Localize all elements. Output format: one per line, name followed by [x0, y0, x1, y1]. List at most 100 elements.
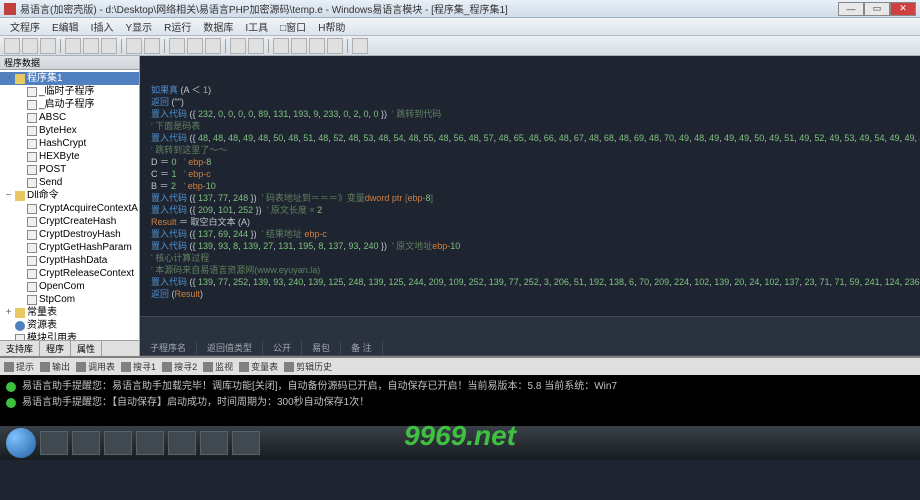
task-item[interactable] — [168, 431, 196, 455]
output-tab[interactable]: 输出 — [40, 360, 70, 373]
grid-header: 公开 — [263, 341, 302, 355]
task-item[interactable] — [232, 431, 260, 455]
code-line: 置入代码 ({ 137, 69, 244 }) ' 结果地址 ebp-c — [146, 228, 914, 240]
code-line: 返回 ("") — [146, 96, 914, 108]
open-icon[interactable] — [22, 38, 38, 54]
output-tab[interactable]: 搜寻1 — [121, 360, 156, 373]
menu-item[interactable]: R运行 — [158, 19, 197, 34]
maximize-button[interactable]: ▭ — [864, 2, 890, 16]
task-item[interactable] — [72, 431, 100, 455]
code-line: 置入代码 ({ 48, 48, 48, 49, 48, 50, 48, 51, … — [146, 132, 914, 144]
tree-node[interactable]: Send — [0, 176, 139, 189]
output-panel: 提示输出调用表搜寻1 搜寻2 监视变量表剪辑历史 易语言助手提醒您：易语言助手加载完… — [0, 356, 920, 426]
tree-node[interactable]: CryptAcquireContextA — [0, 202, 139, 215]
tree-node[interactable]: ABSC — [0, 111, 139, 124]
project-tree[interactable]: −程序集1 _临时子程序 _启动子程序 ABSC ByteHex HashCry… — [0, 70, 139, 340]
tree-node[interactable]: CryptCreateHash — [0, 215, 139, 228]
menu-item[interactable]: □窗口 — [274, 19, 312, 34]
output-tab[interactable]: 提示 — [4, 360, 34, 373]
code-editor[interactable]: 如果真 (A ＜ 1) 返回 ("") 置入代码 ({ 232, 0, 0, 0… — [140, 56, 920, 356]
tree-node[interactable]: StpCom — [0, 293, 139, 306]
sidebar-tab[interactable]: 属性 — [71, 341, 102, 356]
undo-icon[interactable] — [126, 38, 142, 54]
sidebar-tabs: 支持库程序属性 — [0, 340, 139, 356]
run-icon[interactable] — [169, 38, 185, 54]
output-tab[interactable]: 监视 — [203, 360, 233, 373]
tree-node[interactable]: _临时子程序 — [0, 85, 139, 98]
sidebar-tab[interactable]: 支持库 — [0, 341, 40, 356]
tree-node[interactable]: POST — [0, 163, 139, 176]
tree-node[interactable]: CryptGetHashParam — [0, 241, 139, 254]
taskbar — [0, 426, 920, 460]
start-button[interactable] — [6, 428, 36, 458]
code-line: Result ＝ 取空白文本 (A) — [146, 216, 914, 228]
grid-header: 子程序名 — [140, 341, 197, 355]
output-tab[interactable]: 剪辑历史 — [284, 360, 332, 373]
menu-item[interactable]: H帮助 — [312, 19, 351, 34]
tree-node[interactable]: 模块引用表 — [0, 332, 139, 340]
sidebar-tab[interactable]: 程序 — [40, 341, 71, 356]
tree-header: 程序数据 — [0, 56, 139, 70]
replace-icon[interactable] — [248, 38, 264, 54]
output-line: 易语言助手提醒您：易语言助手加载完毕！调库功能[关闭]，自动备份源码已开启，自动… — [6, 379, 914, 395]
menu-item[interactable]: Y显示 — [119, 19, 158, 34]
tree-node[interactable]: CryptHashData — [0, 254, 139, 267]
code-line: 置入代码 ({ 139, 93, 8, 139, 27, 131, 195, 8… — [146, 240, 914, 252]
tree-node[interactable]: HEXByte — [0, 150, 139, 163]
task-item[interactable] — [136, 431, 164, 455]
code-line: 置入代码 ({ 137, 77, 248 }) ' 码表地址到＝＝＝》变量dwo… — [146, 192, 914, 204]
tool2-icon[interactable] — [327, 38, 343, 54]
tree-node[interactable]: −Dll命令 — [0, 189, 139, 202]
stop-icon[interactable] — [187, 38, 203, 54]
tree-node[interactable]: CryptDestroyHash — [0, 228, 139, 241]
copy-icon[interactable] — [83, 38, 99, 54]
tree-node[interactable]: −程序集1 — [0, 72, 139, 85]
output-tab[interactable]: 调用表 — [76, 360, 115, 373]
subprogram-grid[interactable]: 子程序名返回值类型公开易包备 注 ByteHex字节集✓ — [140, 316, 920, 356]
output-tab[interactable]: 变量表 — [239, 360, 278, 373]
tree-node[interactable]: CryptReleaseContext — [0, 267, 139, 280]
menu-item[interactable]: I插入 — [85, 19, 120, 34]
tree-node[interactable]: 资源表 — [0, 319, 139, 332]
output-tab[interactable]: 搜寻2 — [162, 360, 197, 373]
code-line: 置入代码 ({ 209, 101, 252 }) ' 原文长度 × 2 — [146, 204, 914, 216]
save-icon[interactable] — [40, 38, 56, 54]
code-line: D ＝ 0 ' ebp-8 — [146, 156, 914, 168]
grid-icon[interactable] — [273, 38, 289, 54]
toolbar — [0, 36, 920, 56]
menu-item[interactable]: 文程序 — [4, 19, 46, 34]
menu-item[interactable]: 数据库 — [197, 19, 239, 34]
tree-node[interactable]: ByteHex — [0, 124, 139, 137]
tree-node[interactable]: OpenCom — [0, 280, 139, 293]
tree-node[interactable]: HashCrypt — [0, 137, 139, 150]
find-icon[interactable] — [230, 38, 246, 54]
code-line: ' 下面是码表 — [146, 120, 914, 132]
task-item[interactable] — [40, 431, 68, 455]
tree-node[interactable]: +常量表 — [0, 306, 139, 319]
new-icon[interactable] — [4, 38, 20, 54]
task-item[interactable] — [104, 431, 132, 455]
close-button[interactable]: ✕ — [890, 2, 916, 16]
code-line: ' 核心计算过程 — [146, 252, 914, 264]
menubar: 文程序E编辑I插入Y显示R运行数据库I工具□窗口H帮助 — [0, 18, 920, 36]
code-line: 返回 (Result) — [146, 288, 914, 300]
menu-item[interactable]: I工具 — [239, 19, 274, 34]
code-line: B ＝ 2 ' ebp-10 — [146, 180, 914, 192]
task-item[interactable] — [200, 431, 228, 455]
paste-icon[interactable] — [101, 38, 117, 54]
sidebar: 程序数据 −程序集1 _临时子程序 _启动子程序 ABSC ByteHex Ha… — [0, 56, 140, 356]
code-line: 置入代码 ({ 232, 0, 0, 0, 0, 89, 131, 193, 9… — [146, 108, 914, 120]
tree-node[interactable]: _启动子程序 — [0, 98, 139, 111]
minimize-button[interactable]: — — [838, 2, 864, 16]
grid-header: 易包 — [302, 341, 341, 355]
tool-icon[interactable] — [309, 38, 325, 54]
ruler-icon[interactable] — [291, 38, 307, 54]
titlebar: 易语言(加密壳版) - d:\Desktop\网络相关\易语言PHP加密源码\t… — [0, 0, 920, 18]
code-line: 如果真 (A ＜ 1) — [146, 84, 914, 96]
menu-item[interactable]: E编辑 — [46, 19, 85, 34]
redo-icon[interactable] — [144, 38, 160, 54]
app-icon — [4, 3, 16, 15]
debug-icon[interactable] — [205, 38, 221, 54]
help-icon[interactable] — [352, 38, 368, 54]
cut-icon[interactable] — [65, 38, 81, 54]
